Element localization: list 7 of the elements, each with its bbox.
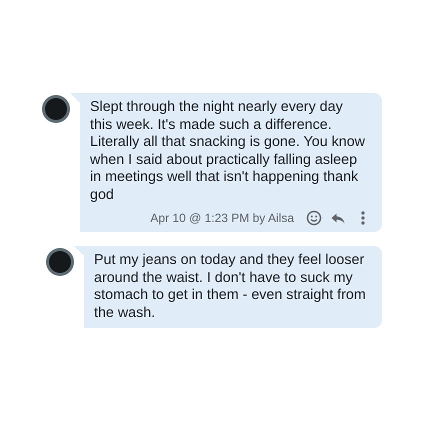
emoji-icon[interactable] — [306, 210, 322, 226]
avatar-icon — [42, 95, 70, 123]
message-timestamp: Apr 10 @ 1:23 PM by Ailsa — [150, 211, 294, 225]
message-text: Slept through the night nearly every day this week. It's made such a difference. Literally all that snacking is gone. You know when I said about practically falling asleep in meetings well that isn't happening thank god — [90, 99, 366, 204]
message-text: Put my jeans on today and they feel looser around the waist. I don't have to suck my stomach to get in them - even straight from the wash. — [94, 252, 367, 322]
avatar-icon — [46, 248, 74, 276]
more-icon[interactable] — [360, 210, 366, 226]
